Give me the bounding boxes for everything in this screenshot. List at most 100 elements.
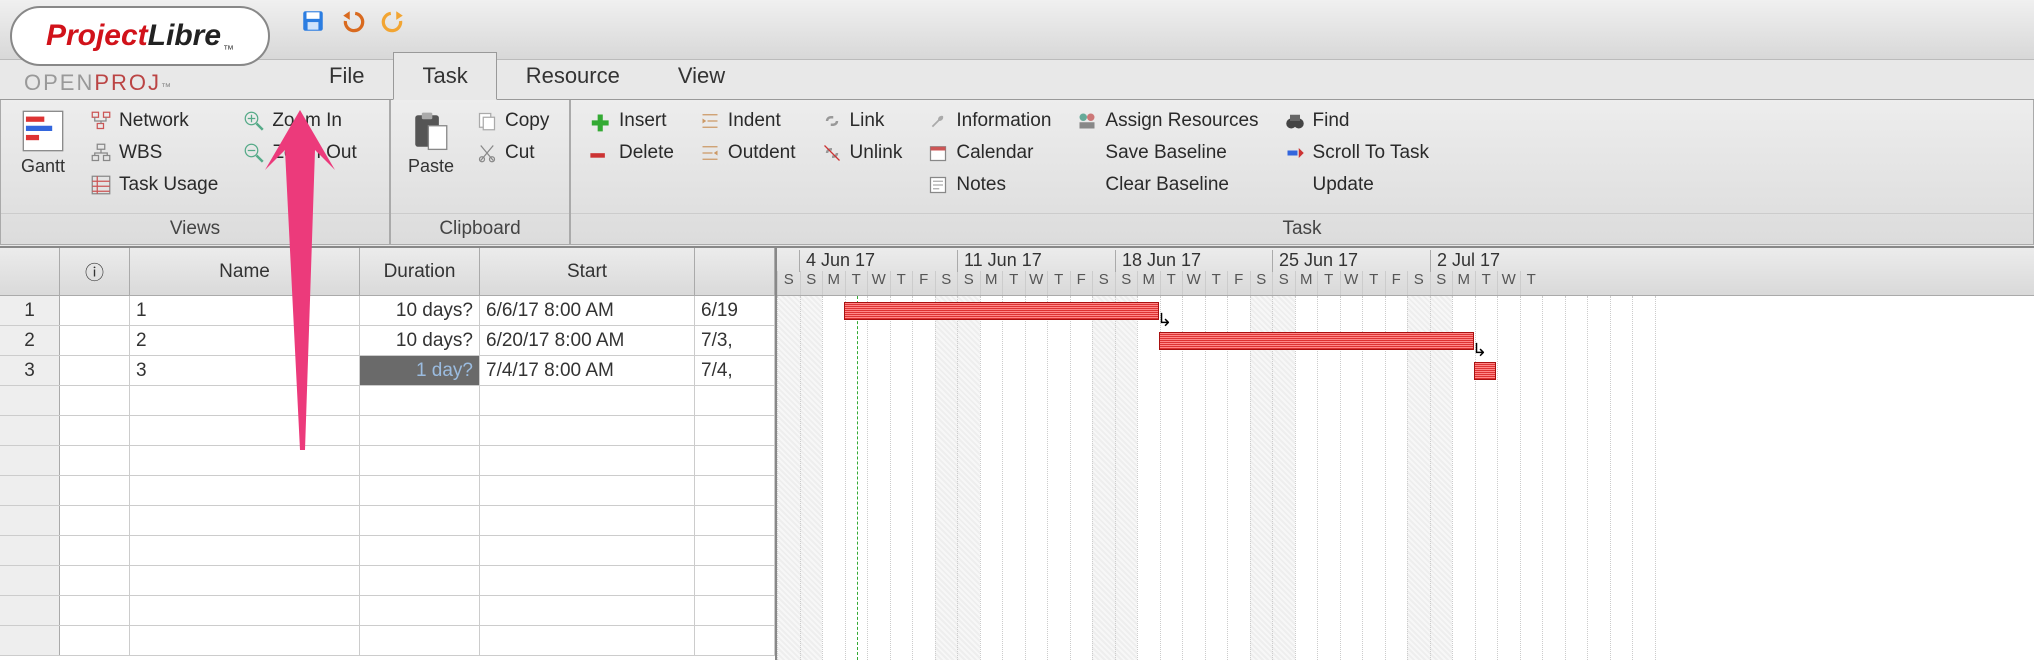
cell[interactable]: 7/4/17 8:00 AM <box>480 356 695 385</box>
cell[interactable] <box>0 416 60 445</box>
cell[interactable] <box>360 416 480 445</box>
cell[interactable]: 1 day? <box>360 356 480 385</box>
assign-resources-button[interactable]: Assign Resources <box>1073 108 1262 134</box>
cell[interactable] <box>0 626 60 655</box>
cell[interactable] <box>130 416 360 445</box>
cell[interactable] <box>480 626 695 655</box>
cell[interactable] <box>695 386 775 415</box>
col-indicator[interactable]: ⓘ <box>60 248 130 296</box>
unlink-button[interactable]: Unlink <box>818 140 907 166</box>
menu-view[interactable]: View <box>649 52 754 100</box>
col-duration[interactable]: Duration <box>360 248 480 296</box>
cell[interactable]: 2 <box>130 326 360 355</box>
table-row[interactable] <box>0 476 775 506</box>
update-button[interactable]: Update <box>1281 172 1434 198</box>
cell[interactable] <box>360 626 480 655</box>
cell[interactable] <box>360 476 480 505</box>
table-row[interactable] <box>0 596 775 626</box>
col-start[interactable]: Start <box>480 248 695 296</box>
clear-baseline-button[interactable]: Clear Baseline <box>1073 172 1262 198</box>
gantt-chart[interactable]: SSMTWTFSSMTWTFSSMTWTFSSMTWTFSSMTWT 4 Jun… <box>775 246 2034 660</box>
cell[interactable] <box>695 446 775 475</box>
table-row[interactable]: 2210 days?6/20/17 8:00 AM7/3, <box>0 326 775 356</box>
cell[interactable]: 1 <box>0 296 60 325</box>
menu-resource[interactable]: Resource <box>497 52 649 100</box>
zoom-in-button[interactable]: Zoom In <box>240 108 360 134</box>
cell[interactable] <box>60 566 130 595</box>
gantt-button[interactable]: Gantt <box>11 106 75 207</box>
cell[interactable] <box>60 326 130 355</box>
table-row[interactable] <box>0 386 775 416</box>
cell[interactable] <box>480 416 695 445</box>
cell[interactable] <box>0 476 60 505</box>
cell[interactable] <box>695 536 775 565</box>
cell[interactable] <box>130 536 360 565</box>
menu-file[interactable]: File <box>300 52 393 100</box>
cell[interactable]: 6/6/17 8:00 AM <box>480 296 695 325</box>
cell[interactable] <box>60 386 130 415</box>
cell[interactable] <box>480 536 695 565</box>
cell[interactable]: 10 days? <box>360 296 480 325</box>
table-row[interactable] <box>0 506 775 536</box>
cell[interactable] <box>360 566 480 595</box>
table-row[interactable] <box>0 626 775 656</box>
cell[interactable] <box>0 386 60 415</box>
cell[interactable] <box>130 626 360 655</box>
cell[interactable] <box>360 506 480 535</box>
cell[interactable] <box>360 446 480 475</box>
cell[interactable] <box>480 506 695 535</box>
col-name[interactable]: Name <box>130 248 360 296</box>
table-row[interactable]: 331 day?7/4/17 8:00 AM7/4, <box>0 356 775 386</box>
cell[interactable] <box>130 596 360 625</box>
cell[interactable]: 10 days? <box>360 326 480 355</box>
outdent-button[interactable]: Outdent <box>696 140 800 166</box>
cell[interactable] <box>695 566 775 595</box>
cell[interactable] <box>695 476 775 505</box>
col-index[interactable] <box>0 248 60 296</box>
cell[interactable] <box>480 386 695 415</box>
cut-button[interactable]: Cut <box>473 140 553 166</box>
task-usage-button[interactable]: Task Usage <box>87 172 222 198</box>
menu-task[interactable]: Task <box>393 52 496 100</box>
table-row[interactable] <box>0 416 775 446</box>
cell[interactable] <box>480 566 695 595</box>
cell[interactable] <box>60 506 130 535</box>
cell[interactable] <box>60 596 130 625</box>
cell[interactable]: 7/3, <box>695 326 775 355</box>
cell[interactable] <box>60 476 130 505</box>
cell[interactable]: 7/4, <box>695 356 775 385</box>
scroll-to-task-button[interactable]: Scroll To Task <box>1281 140 1434 166</box>
information-button[interactable]: Information <box>924 108 1055 134</box>
cell[interactable]: 3 <box>0 356 60 385</box>
cell[interactable] <box>695 506 775 535</box>
cell[interactable] <box>130 566 360 595</box>
cell[interactable] <box>60 536 130 565</box>
cell[interactable] <box>60 416 130 445</box>
table-row[interactable] <box>0 446 775 476</box>
cell[interactable] <box>0 536 60 565</box>
cell[interactable] <box>0 506 60 535</box>
gantt-bar[interactable] <box>1159 332 1474 350</box>
gantt-bar[interactable] <box>844 302 1159 320</box>
cell[interactable] <box>130 386 360 415</box>
copy-button[interactable]: Copy <box>473 108 553 134</box>
cell[interactable]: 6/20/17 8:00 AM <box>480 326 695 355</box>
redo-icon[interactable] <box>380 8 406 34</box>
cell[interactable]: 2 <box>0 326 60 355</box>
cell[interactable] <box>360 386 480 415</box>
save-baseline-button[interactable]: Save Baseline <box>1073 140 1262 166</box>
network-button[interactable]: Network <box>87 108 222 134</box>
cell[interactable]: 6/19 <box>695 296 775 325</box>
cell[interactable] <box>695 626 775 655</box>
zoom-out-button[interactable]: Zoom Out <box>240 140 360 166</box>
cell[interactable] <box>130 446 360 475</box>
notes-button[interactable]: Notes <box>924 172 1055 198</box>
table-row[interactable]: 1110 days?6/6/17 8:00 AM6/19 <box>0 296 775 326</box>
insert-button[interactable]: ✚Insert <box>587 108 678 134</box>
paste-button[interactable]: Paste <box>401 106 461 207</box>
cell[interactable]: 3 <box>130 356 360 385</box>
cell[interactable] <box>0 566 60 595</box>
undo-icon[interactable] <box>340 8 366 34</box>
link-button[interactable]: Link <box>818 108 907 134</box>
save-icon[interactable] <box>300 8 326 34</box>
